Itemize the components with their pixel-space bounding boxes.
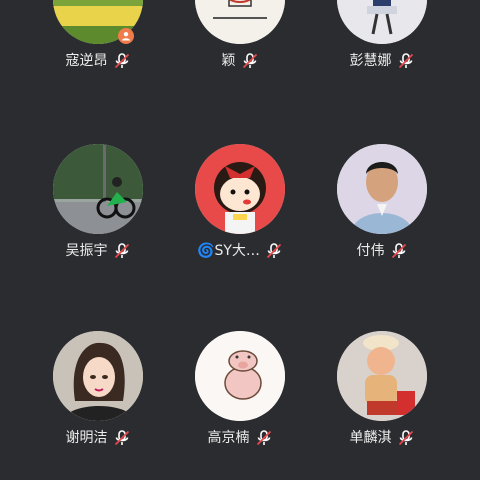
- mic-muted-icon: [266, 243, 282, 259]
- participant-tile[interactable]: 付伟: [312, 144, 452, 259]
- participant-tile[interactable]: 彭慧娜: [312, 0, 452, 69]
- avatar[interactable]: [53, 144, 143, 234]
- avatar[interactable]: [337, 331, 427, 421]
- mic-muted-icon: [398, 430, 413, 446]
- participant-name: 🌀SY大…: [197, 243, 260, 259]
- participant-name: 单麟淇: [349, 430, 392, 446]
- participant-name: 寇逆昂: [65, 53, 108, 69]
- participant-label: 🌀SY大…: [170, 242, 310, 260]
- avatar[interactable]: [195, 331, 285, 421]
- participant-name: 颖: [221, 53, 236, 69]
- participant-label: 高京楠: [170, 429, 310, 447]
- mic-muted-icon: [114, 53, 129, 69]
- mic-muted-icon: [114, 243, 129, 259]
- participant-tile[interactable]: 吴振宇: [28, 144, 168, 259]
- mic-muted-icon: [114, 430, 129, 446]
- participant-tile[interactable]: 颖: [170, 0, 310, 69]
- mic-muted-icon: [398, 53, 413, 69]
- avatar[interactable]: [337, 144, 427, 234]
- participant-name: 付伟: [356, 243, 385, 259]
- avatar[interactable]: [53, 331, 143, 421]
- avatar[interactable]: [195, 144, 285, 234]
- participant-label: 寇逆昂: [28, 52, 168, 70]
- participant-label: 彭慧娜: [312, 52, 452, 70]
- mic-muted-icon: [391, 243, 406, 259]
- mic-muted-icon: [256, 430, 271, 446]
- participant-name: 彭慧娜: [349, 53, 392, 69]
- participant-label: 单麟淇: [312, 429, 452, 447]
- participant-tile[interactable]: 单麟淇: [312, 331, 452, 446]
- host-badge-icon: [118, 28, 134, 44]
- avatar[interactable]: [195, 0, 285, 44]
- mic-muted-icon: [242, 53, 257, 69]
- avatar[interactable]: [337, 0, 427, 44]
- participant-label: 谢明洁: [28, 429, 168, 447]
- participant-name: 吴振宇: [65, 243, 108, 259]
- participant-grid: 寇逆昂 颖 彭慧娜 吴振宇 🌀SY大… 付伟 谢明洁 高京楠 单麟淇: [0, 0, 480, 480]
- participant-tile[interactable]: 🌀SY大…: [170, 144, 310, 259]
- participant-label: 付伟: [312, 242, 452, 260]
- participant-name: 谢明洁: [65, 430, 108, 446]
- participant-tile[interactable]: 高京楠: [170, 331, 310, 446]
- participant-tile[interactable]: 谢明洁: [28, 331, 168, 446]
- participant-tile[interactable]: 寇逆昂: [28, 0, 168, 69]
- participant-label: 吴振宇: [28, 242, 168, 260]
- participant-name: 高京楠: [207, 430, 250, 446]
- participant-label: 颖: [170, 52, 310, 70]
